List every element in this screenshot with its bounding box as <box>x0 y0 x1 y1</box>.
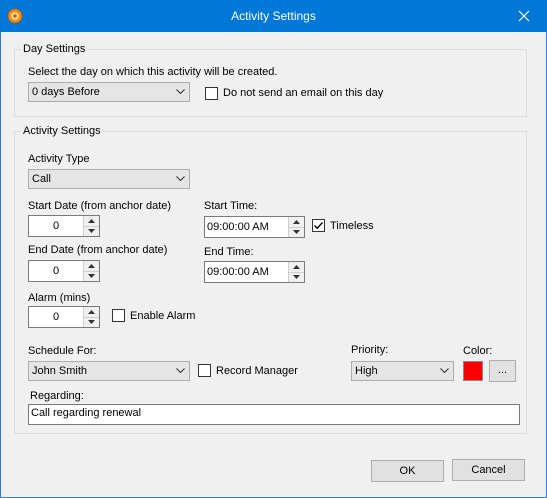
color-swatch[interactable] <box>463 361 483 381</box>
chevron-down-icon <box>440 368 449 374</box>
caret-down-icon <box>293 230 300 234</box>
caret-down-icon <box>88 229 95 233</box>
chevron-down-icon <box>176 89 185 95</box>
caret-down-icon <box>88 274 95 278</box>
day-select[interactable]: 0 days Before <box>28 82 190 102</box>
priority-select[interactable]: High <box>351 361 454 381</box>
alarm-label: Alarm (mins) <box>28 292 91 304</box>
start-time-value: 09:00:00 AM <box>207 221 269 233</box>
caret-up-icon <box>293 265 300 269</box>
ok-button[interactable]: OK <box>371 460 444 482</box>
schedule-for-label: Schedule For: <box>28 345 97 357</box>
start-date-value: 0 <box>53 220 60 232</box>
activity-settings-legend: Activity Settings <box>21 125 103 137</box>
priority-value: High <box>355 365 378 377</box>
alarm-stepper[interactable]: 0 <box>28 306 100 328</box>
schedule-for-select[interactable]: John Smith <box>28 361 190 381</box>
checkmark-icon <box>314 222 324 230</box>
caret-up-icon <box>88 310 95 314</box>
no-email-checkbox[interactable] <box>205 87 218 100</box>
schedule-for-value: John Smith <box>32 365 88 377</box>
caret-up-icon <box>293 220 300 224</box>
color-label: Color: <box>463 345 493 357</box>
caret-down-icon <box>88 320 95 324</box>
day-settings-legend: Day Settings <box>21 43 88 55</box>
start-time-down-button[interactable] <box>289 227 304 237</box>
alarm-value: 0 <box>53 311 60 323</box>
color-browse-button[interactable]: ... <box>489 360 516 382</box>
priority-label: Priority: <box>351 344 389 356</box>
timeless-checkbox[interactable] <box>312 219 325 232</box>
start-date-down-button[interactable] <box>84 226 99 236</box>
end-date-stepper[interactable]: 0 <box>28 260 100 282</box>
start-time-spin-buttons <box>288 217 304 237</box>
end-time-down-button[interactable] <box>289 272 304 282</box>
start-time-picker[interactable]: 09:00:00 AM <box>204 216 305 238</box>
title-bar: Activity Settings <box>0 0 547 32</box>
record-manager-label: Record Manager <box>216 365 298 377</box>
close-button[interactable] <box>501 0 547 32</box>
end-date-spin-buttons <box>83 261 99 281</box>
enable-alarm-label: Enable Alarm <box>130 310 196 322</box>
cancel-button[interactable]: Cancel <box>452 459 525 481</box>
chevron-down-icon <box>176 368 185 374</box>
regarding-input[interactable] <box>31 407 511 419</box>
end-time-label: End Time: <box>204 246 254 258</box>
start-time-label: Start Time: <box>204 200 258 212</box>
no-email-label: Do not send an email on this day <box>223 87 384 99</box>
start-date-label: Start Date (from anchor date) <box>28 200 172 212</box>
start-date-stepper[interactable]: 0 <box>28 215 100 237</box>
caret-down-icon <box>293 275 300 279</box>
day-select-value: 0 days Before <box>32 86 100 98</box>
activity-type-value: Call <box>32 173 51 185</box>
close-icon <box>518 10 530 22</box>
timeless-label: Timeless <box>330 220 374 232</box>
regarding-field[interactable] <box>28 404 520 425</box>
end-time-spin-buttons <box>288 262 304 282</box>
end-date-value: 0 <box>53 265 60 277</box>
end-time-picker[interactable]: 09:00:00 AM <box>204 261 305 283</box>
end-date-down-button[interactable] <box>84 271 99 281</box>
end-time-value: 09:00:00 AM <box>207 266 269 278</box>
record-manager-checkbox[interactable] <box>198 364 211 377</box>
caret-up-icon <box>88 219 95 223</box>
day-instruction-label: Select the day on which this activity wi… <box>28 66 278 78</box>
window-title: Activity Settings <box>231 9 316 23</box>
enable-alarm-checkbox[interactable] <box>112 309 125 322</box>
caret-up-icon <box>88 264 95 268</box>
chevron-down-icon <box>176 176 185 182</box>
alarm-spin-buttons <box>83 307 99 327</box>
end-date-label: End Date (from anchor date) <box>28 244 168 256</box>
activity-type-select[interactable]: Call <box>28 169 190 189</box>
activity-type-label: Activity Type <box>28 153 90 165</box>
start-date-spin-buttons <box>83 216 99 236</box>
regarding-label: Regarding: <box>30 390 84 402</box>
alarm-down-button[interactable] <box>84 317 99 327</box>
